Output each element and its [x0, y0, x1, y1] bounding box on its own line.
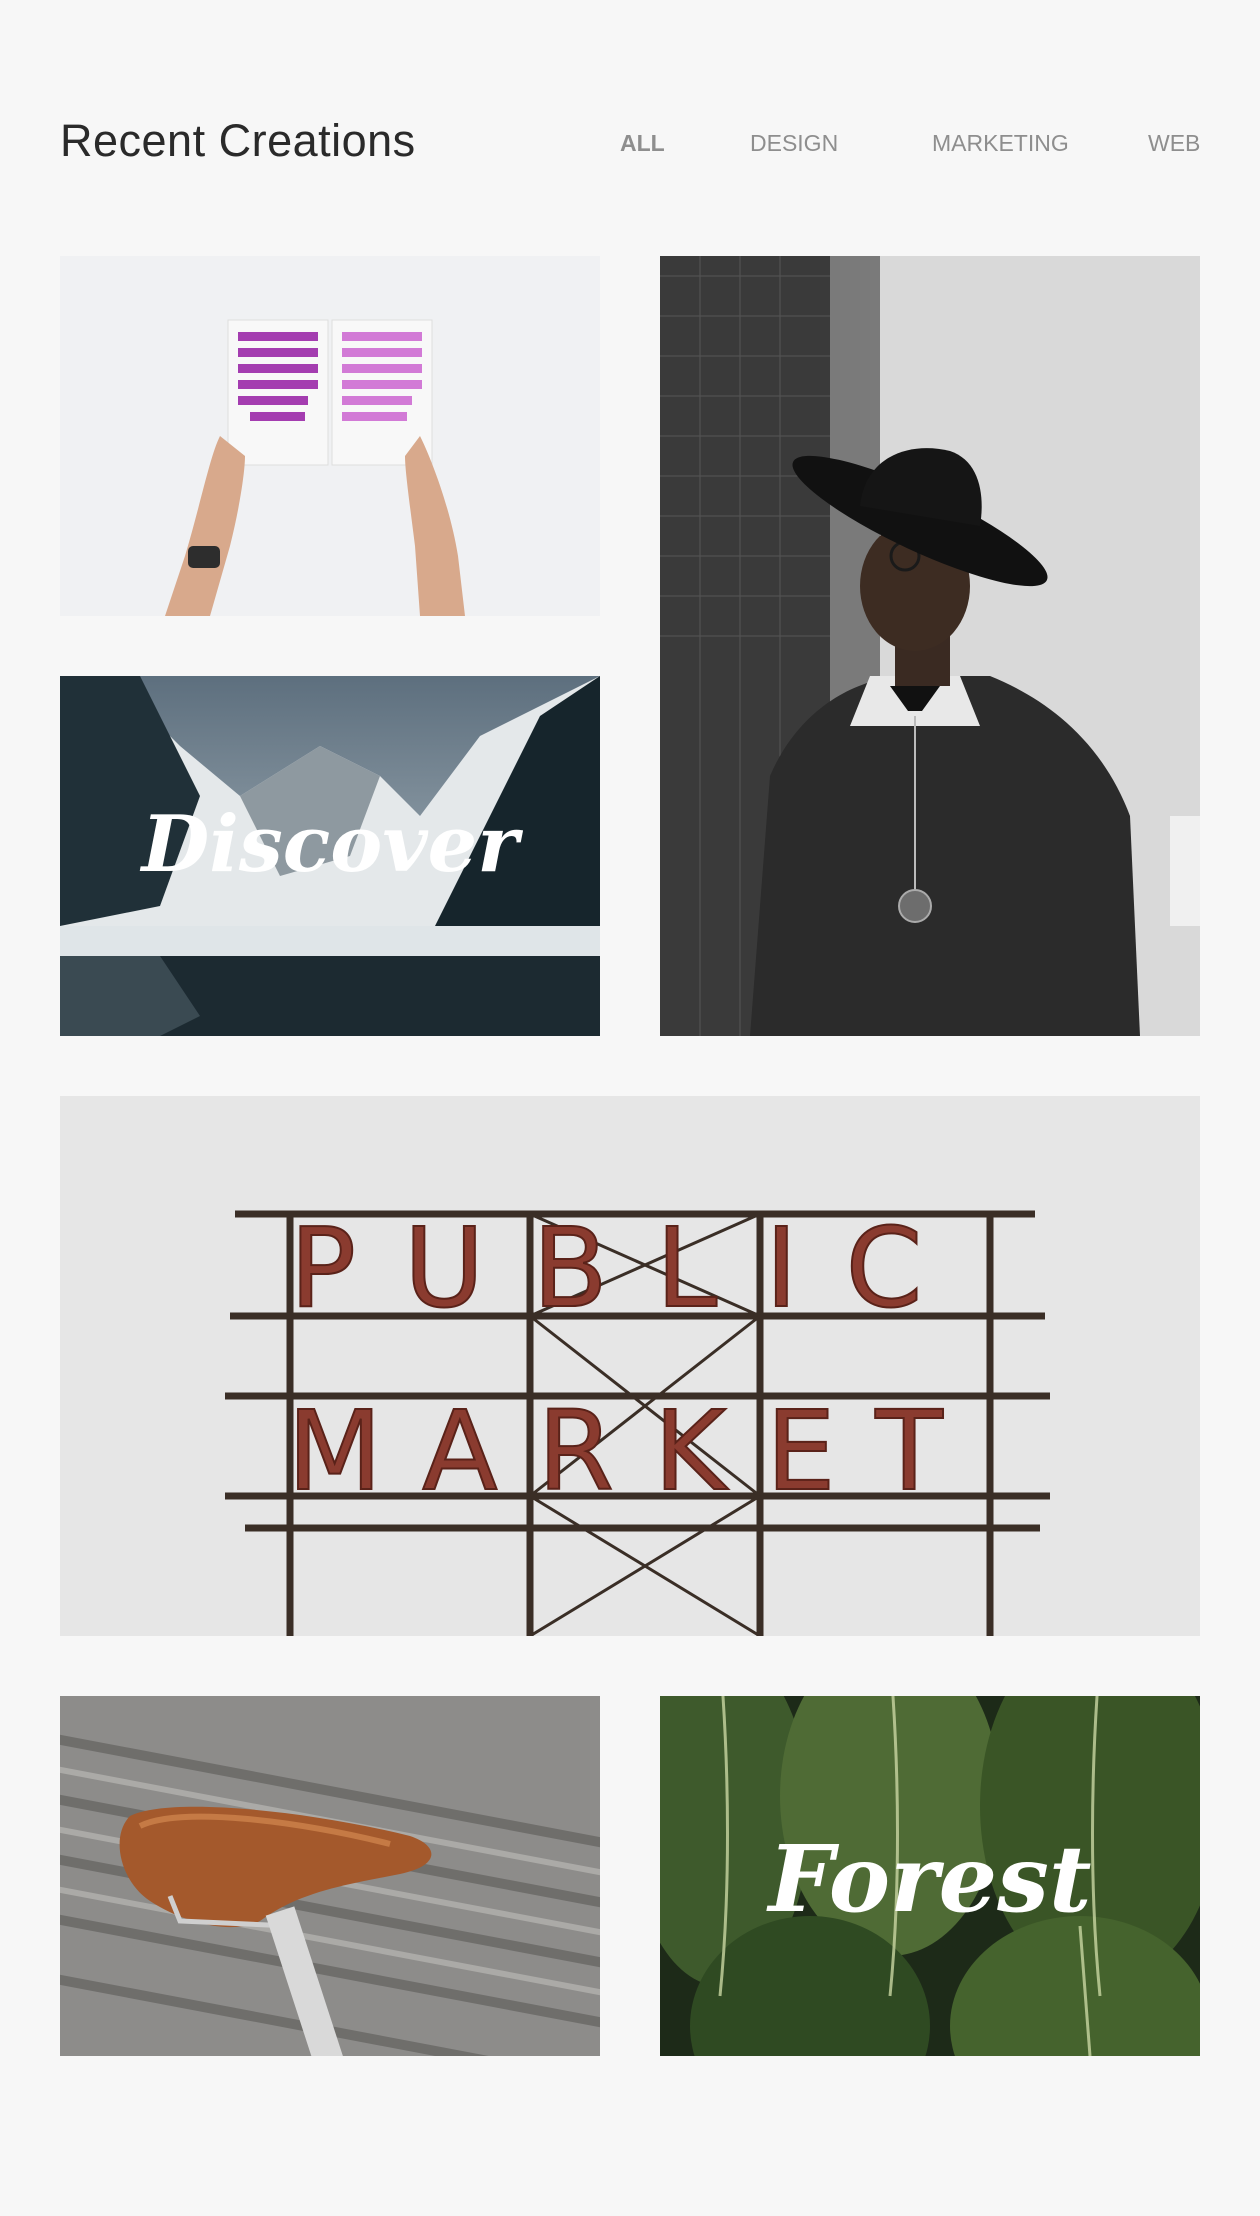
- public-market-image: PUBLIC MARKET: [60, 1096, 1200, 1636]
- discover-image: Discover: [60, 676, 600, 1036]
- gallery-item-typography-poster[interactable]: [60, 256, 600, 616]
- public-text: PUBLIC: [290, 1204, 971, 1332]
- portrait-image: [660, 256, 1200, 1036]
- bike-saddle-image: [60, 1696, 600, 2056]
- forest-image: Forest: [660, 1696, 1200, 2056]
- gallery-item-discover[interactable]: Discover: [60, 676, 600, 1036]
- gallery-item-bike-saddle[interactable]: [60, 1696, 600, 2056]
- filter-all[interactable]: ALL: [620, 130, 665, 157]
- gallery-item-forest[interactable]: Forest: [660, 1696, 1200, 2056]
- page-title: Recent Creations: [60, 115, 416, 166]
- gallery-item-public-market[interactable]: PUBLIC MARKET: [60, 1096, 1200, 1636]
- market-text: MARKET: [287, 1387, 982, 1515]
- typography-poster-image: [60, 256, 600, 616]
- forest-text: Forest: [766, 1825, 1092, 1933]
- discover-text: Discover: [140, 799, 524, 890]
- filter-marketing[interactable]: MARKETING: [932, 130, 1069, 157]
- filter-design[interactable]: DESIGN: [750, 130, 838, 157]
- filter-web[interactable]: WEB: [1148, 130, 1200, 157]
- gallery-item-portrait[interactable]: [660, 256, 1200, 1036]
